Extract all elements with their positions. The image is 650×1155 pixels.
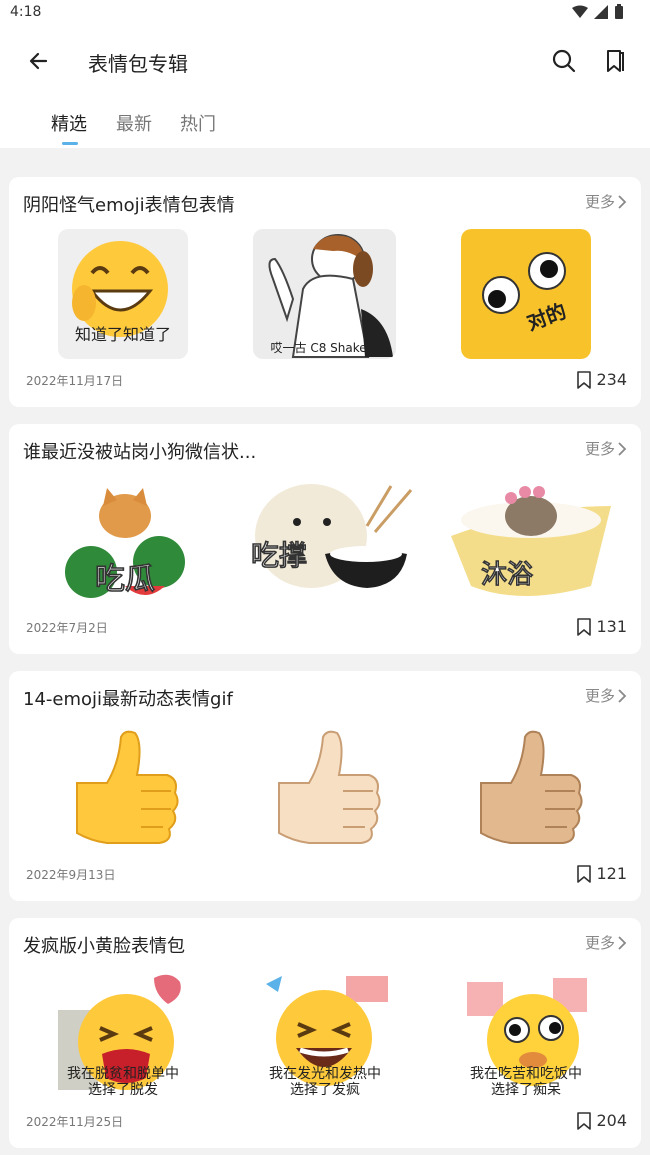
bookmark-button[interactable] bbox=[600, 46, 630, 76]
album-card[interactable]: 谁最近没被站岗小狗微信状... 更多 吃瓜 吃撑 沐浴 2022年7月2日 13… bbox=[9, 424, 641, 654]
thumbs-up-yellow-icon bbox=[76, 730, 179, 844]
more-label: 更多 bbox=[584, 687, 615, 705]
more-label: 更多 bbox=[584, 934, 615, 952]
sticker-caption: 知道了知道了 bbox=[74, 325, 171, 344]
bookmark-icon bbox=[577, 864, 592, 883]
sticker-caption: 我在发光和发热中 选择了发疯 bbox=[269, 1066, 381, 1098]
search-icon bbox=[552, 49, 576, 73]
bookmark-count[interactable]: 234 bbox=[576, 370, 627, 389]
sticker-caption: 吃撑 bbox=[251, 539, 308, 573]
more-label: 更多 bbox=[584, 440, 615, 458]
bookmark-count-value: 131 bbox=[596, 617, 627, 636]
album-date: 2022年11月17日 bbox=[26, 374, 124, 388]
more-link[interactable]: 更多 bbox=[585, 685, 627, 706]
signal-icon bbox=[594, 4, 608, 19]
album-card[interactable]: 14-emoji最新动态表情gif 更多 2022年9月13日 121 bbox=[9, 671, 641, 901]
bookmark-count-value: 234 bbox=[596, 370, 627, 389]
sticker-caption: 我在吃苦和吃饭中 选择了痴呆 bbox=[470, 1066, 582, 1098]
thumbs-up-medium-icon bbox=[480, 730, 583, 844]
album-title: 阴阳怪气emoji表情包表情 bbox=[23, 195, 235, 216]
chevron-right-icon bbox=[618, 441, 627, 456]
more-label: 更多 bbox=[584, 193, 615, 211]
sticker-caption: 吃瓜 bbox=[95, 562, 156, 598]
status-time: 4:18 bbox=[10, 4, 42, 20]
bookmark-icon bbox=[577, 370, 592, 389]
search-button[interactable] bbox=[549, 46, 579, 76]
sticker-thumbnail[interactable]: 对的 bbox=[461, 229, 591, 359]
sticker-thumbnail[interactable]: 我在发光和发热中 选择了发疯 bbox=[260, 970, 390, 1100]
chevron-right-icon bbox=[618, 935, 627, 950]
album-date: 2022年11月25日 bbox=[26, 1115, 124, 1129]
album-card[interactable]: 阴阳怪气emoji表情包表情 更多 知道了知道了 哎一古 C8 Shake it bbox=[9, 177, 641, 407]
top-app-bar: 表情包专辑 bbox=[0, 26, 650, 96]
album-card[interactable]: 发疯版小黄脸表情包 更多 我在脱贫和脱单中 选择了脱发 我在发光和发热中 选择了… bbox=[9, 918, 641, 1148]
tab-featured[interactable]: 精选 bbox=[51, 110, 87, 136]
tab-latest[interactable]: 最新 bbox=[116, 110, 152, 136]
album-title: 谁最近没被站岗小狗微信状... bbox=[23, 442, 257, 463]
chevron-right-icon bbox=[618, 688, 627, 703]
sticker-thumbnail[interactable]: 沐浴 bbox=[441, 476, 616, 606]
bookmark-icon bbox=[577, 617, 592, 636]
album-title: 发疯版小黄脸表情包 bbox=[23, 936, 185, 957]
bookmark-count-value: 204 bbox=[596, 1111, 627, 1130]
wifi-icon bbox=[572, 5, 588, 18]
tab-bar: 精选 最新 热门 bbox=[0, 96, 650, 148]
album-date: 2022年7月2日 bbox=[26, 621, 108, 635]
sticker-caption: 哎一古 C8 Shake it bbox=[270, 341, 379, 355]
sticker-thumbnail[interactable]: 哎一古 C8 Shake it bbox=[253, 229, 396, 359]
bookmark-icon bbox=[607, 50, 624, 72]
chevron-right-icon bbox=[618, 194, 627, 209]
battery-icon bbox=[615, 4, 623, 19]
bookmark-count-value: 121 bbox=[596, 864, 627, 883]
sticker-caption: 我在脱贫和脱单中 选择了脱发 bbox=[67, 1066, 179, 1098]
bookmark-count[interactable]: 131 bbox=[576, 617, 627, 636]
tab-indicator bbox=[62, 142, 78, 145]
sticker-thumbnail[interactable]: 吃撑 bbox=[241, 476, 416, 606]
more-link[interactable]: 更多 bbox=[585, 191, 627, 212]
page-title: 表情包专辑 bbox=[88, 52, 188, 76]
status-icons bbox=[572, 4, 624, 19]
sticker-thumbnail[interactable] bbox=[265, 723, 395, 853]
sticker-thumbnail[interactable]: 吃瓜 bbox=[55, 476, 195, 606]
album-title: 14-emoji最新动态表情gif bbox=[23, 689, 233, 710]
bookmark-count[interactable]: 204 bbox=[576, 1111, 627, 1130]
status-bar: 4:18 bbox=[0, 0, 650, 26]
bookmark-count[interactable]: 121 bbox=[576, 864, 627, 883]
more-link[interactable]: 更多 bbox=[585, 438, 627, 459]
thumbs-up-light-icon bbox=[278, 730, 381, 844]
tab-popular[interactable]: 热门 bbox=[180, 110, 216, 136]
sticker-caption: 沐浴 bbox=[481, 560, 534, 591]
sticker-thumbnail[interactable]: 知道了知道了 bbox=[58, 229, 188, 359]
more-link[interactable]: 更多 bbox=[585, 932, 627, 953]
sticker-thumbnail[interactable] bbox=[467, 723, 597, 853]
sticker-thumbnail[interactable] bbox=[63, 723, 193, 853]
bookmark-icon bbox=[577, 1111, 592, 1130]
album-date: 2022年9月13日 bbox=[26, 868, 116, 882]
sticker-thumbnail[interactable]: 我在脱贫和脱单中 选择了脱发 bbox=[58, 970, 188, 1100]
back-button[interactable] bbox=[24, 46, 54, 76]
sticker-thumbnail[interactable]: 我在吃苦和吃饭中 选择了痴呆 bbox=[461, 970, 591, 1100]
arrow-left-icon bbox=[29, 52, 48, 70]
